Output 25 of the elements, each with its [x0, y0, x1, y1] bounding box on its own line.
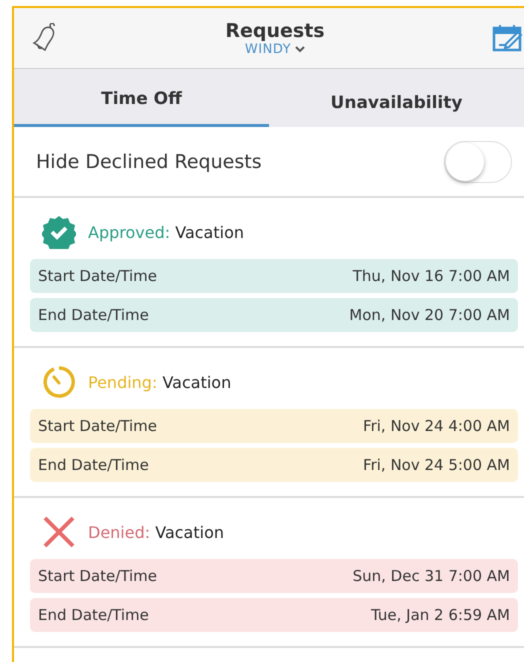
toggle-switch[interactable]	[444, 140, 512, 182]
row-value: Tue, Jan 2 6:59 AM	[370, 606, 510, 624]
request-title: Pending: Vacation	[88, 372, 232, 392]
toggle-label: Hide Declined Requests	[36, 150, 262, 172]
page-title: Requests	[225, 20, 325, 42]
calendar-edit-icon[interactable]	[492, 23, 524, 53]
row-label: End Date/Time	[38, 456, 149, 474]
row-value: Fri, Nov 24 4:00 AM	[363, 417, 510, 435]
tab[interactable]: Time Off	[14, 69, 269, 127]
row-label: End Date/Time	[38, 306, 149, 324]
row-value: Sun, Dec 31 7:00 AM	[352, 567, 510, 585]
chevron-down-icon	[295, 46, 306, 52]
row-label: Start Date/Time	[38, 567, 158, 585]
row-label: End Date/Time	[38, 606, 149, 624]
check-badge-icon	[42, 215, 76, 249]
row-label: Start Date/Time	[38, 267, 158, 285]
request-title: Denied: Vacation	[88, 522, 224, 542]
row-value: Thu, Nov 16 7:00 AM	[352, 267, 510, 285]
cross-icon	[42, 515, 76, 549]
tab[interactable]: Unavailability	[269, 69, 524, 127]
request-title: Approved: Vacation	[88, 222, 244, 242]
timer-icon	[42, 365, 76, 399]
row-value: Fri, Nov 24 5:00 AM	[363, 456, 510, 474]
row-value: Mon, Nov 20 7:00 AM	[349, 306, 510, 324]
row-label: Start Date/Time	[38, 417, 158, 435]
